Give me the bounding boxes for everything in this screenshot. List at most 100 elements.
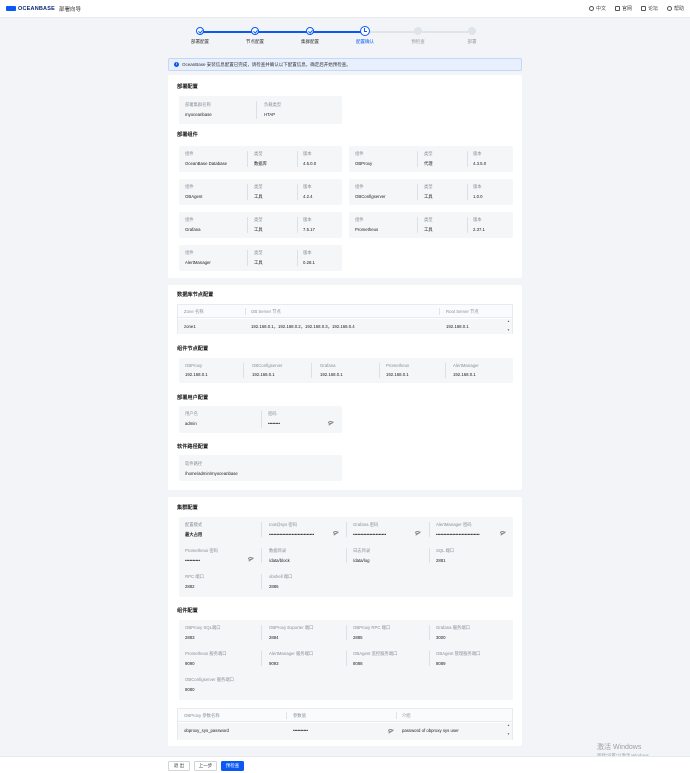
divider xyxy=(297,184,298,200)
section-title-cluster: 集群配置 xyxy=(177,505,198,511)
section-title-deploy: 部署配置 xyxy=(177,84,198,90)
divider xyxy=(445,363,446,378)
divider xyxy=(379,363,380,378)
logo-text: OCEANBASE xyxy=(18,5,55,12)
zone-name: zone1 xyxy=(184,324,196,329)
divider xyxy=(261,651,262,666)
exit-button[interactable]: 退 出 xyxy=(168,761,190,771)
clock-icon xyxy=(360,26,370,36)
check-icon xyxy=(196,27,204,35)
divider xyxy=(297,151,298,167)
root-sys-password-field: root@sys 密码 •••••••••••••••••••••••••••••… xyxy=(269,522,315,537)
info-icon: i xyxy=(174,62,179,67)
globe-icon xyxy=(588,6,594,11)
eye-off-icon[interactable] xyxy=(500,531,505,534)
divider xyxy=(439,308,440,315)
divider xyxy=(429,522,430,537)
obagent-manager-port: OBAgent 管理服务端口 8089 xyxy=(436,651,481,666)
obproxy-exporter-port: OBProxy Exporter 端口 2884 xyxy=(269,625,314,640)
section-title-deploy-user: 部署用户配置 xyxy=(177,395,209,401)
node-config-card: 数据库节点配置 Zone 名称 OB Server 节点 Root Server… xyxy=(168,285,522,490)
step-cluster-config: 集群配置 xyxy=(287,26,333,45)
scroll-up-icon[interactable]: ▲ xyxy=(507,723,510,727)
obproxy-sql-port: OBProxy SQL端口 2883 xyxy=(185,625,221,640)
divider xyxy=(261,411,262,428)
scroll-down-icon[interactable]: ▼ xyxy=(507,328,510,332)
component-config-box: OBProxy SQL端口 2883 OBProxy Exporter 端口 288… xyxy=(179,620,513,700)
eye-off-icon[interactable] xyxy=(415,531,420,534)
divider xyxy=(417,217,418,233)
deploy-info-box: 部署集群名称 myoceanbase 负载类型 HTAP xyxy=(179,96,342,124)
scroll-down-icon[interactable]: ▼ xyxy=(507,732,510,736)
prometheus-password-field: Prometheus 密码 •••••••••• xyxy=(185,548,218,563)
username-field: 用户名 admin xyxy=(185,411,198,426)
help-icon xyxy=(666,6,672,11)
grafana-service-port: Grafana 服务端口 3000 xyxy=(436,625,470,640)
divider xyxy=(346,625,347,640)
table-header xyxy=(178,709,512,722)
password-field: 密码 •••••••• xyxy=(268,411,281,426)
scroll-up-icon[interactable]: ▲ xyxy=(507,319,510,323)
divider xyxy=(247,217,248,233)
wizard-steps: 部署配置 节点配置 集群配置 配置确认 预检查 部署 xyxy=(190,26,490,50)
divider xyxy=(261,574,262,589)
divider xyxy=(243,363,244,378)
ob-servers: 192.168.0.1，192.168.0.2，192.168.0.3，192.… xyxy=(251,324,355,329)
nav-help[interactable]: 帮助 xyxy=(666,5,684,12)
check-icon xyxy=(251,27,259,35)
step-deploy-config: 部署配置 xyxy=(177,26,223,45)
grafana-password-field: Grafana 密码 •••••••••••••••••••••• xyxy=(353,522,387,537)
alertmanager-service-port: AlertManager 服务端口 9093 xyxy=(269,651,314,666)
deploy-user-box: 用户名 admin 密码 •••••••• xyxy=(179,406,342,433)
step-precheck: 预检查 xyxy=(395,26,441,45)
node-obconfigserver: OBConfigserver 192.168.0.1 xyxy=(252,363,283,377)
divider xyxy=(346,548,347,563)
eye-off-icon[interactable] xyxy=(333,531,338,534)
config-mode-field: 配置模式 最大占用 xyxy=(185,522,203,537)
nav-forum[interactable]: 论坛 xyxy=(640,5,658,12)
obproxy-params-table: OBProxy 参数名称 参数值 介绍 obproxy_sys_password… xyxy=(177,708,513,740)
deploy-config-card: 部署配置 部署集群名称 myoceanbase 负载类型 HTAP 部署组件 组件 O… xyxy=(168,75,522,278)
step-confirm: 配置确认 xyxy=(342,26,388,45)
pending-dot-icon xyxy=(468,27,476,35)
component-box-prometheus: 组件 Prometheus 类型 工具 版本 2.37.1 xyxy=(349,212,513,238)
footer-bar: 退 出 上一步 预检查 xyxy=(0,756,690,773)
cluster-config-box: 配置模式 最大占用 root@sys 密码 ••••••••••••••••••••… xyxy=(179,517,513,597)
cluster-config-card: 集群配置 配置模式 最大占用 root@sys 密码 •••••••••••••••… xyxy=(168,497,522,746)
param-value: •••••••••• xyxy=(293,728,309,733)
divider xyxy=(417,184,418,200)
component-box-obproxy: 组件 OBProxy 类型 代理 版本 4.3.5.0 xyxy=(349,146,513,172)
data-dir-field: 数据目录/data/block xyxy=(269,548,290,563)
sql-port-field: SQL 端口 2881 xyxy=(436,548,455,563)
cluster-name-field: 部署集群名称 myoceanbase xyxy=(185,102,212,117)
divider xyxy=(429,651,430,666)
divider xyxy=(346,651,347,666)
eye-off-icon[interactable] xyxy=(328,421,333,424)
nav-website[interactable]: 官网 xyxy=(614,5,632,12)
db-nodes-table: Zone 名称 OB Server 节点 Root Server 节点 zone… xyxy=(177,304,513,334)
alertmanager-password-field: AlertManager 密码 •••••••••••••••••••••••••… xyxy=(436,522,480,537)
eye-off-icon[interactable] xyxy=(388,729,393,732)
software-path-box: 软件路径/home/admin/myoceanbase xyxy=(179,455,342,481)
divider xyxy=(311,363,312,378)
app-name: 部署向导 xyxy=(58,6,81,13)
prev-button[interactable]: 上一步 xyxy=(194,761,217,771)
watermark-line1: 激活 Windows xyxy=(597,744,642,751)
column-header: Root Server 节点 xyxy=(446,309,479,314)
load-type-field: 负载类型 HTAP xyxy=(264,102,282,117)
divider xyxy=(297,250,298,266)
root-server: 192.168.0.1 xyxy=(446,324,469,329)
component-box-oceanbase: 组件 OceanBase Database 类型 数据库 版本 4.5.0.0 xyxy=(179,146,342,172)
divider xyxy=(429,548,430,563)
obconfigserver-service-port: OBConfigserver 服务端口 8080 xyxy=(185,677,234,692)
component-box-obconfigserver: 组件 OBConfigserver 类型 工具 版本 1.0.0 xyxy=(349,179,513,205)
node-alertmanager: AlertManager 192.168.0.1 xyxy=(453,363,479,377)
divider xyxy=(467,217,468,233)
info-alert: i OceanBase 安装信息配置已完成，请检查并确认以下配置信息，确定后开始… xyxy=(168,58,522,71)
precheck-button[interactable]: 预检查 xyxy=(221,761,244,771)
eye-off-icon[interactable] xyxy=(248,557,253,560)
rpc-port-field: RPC 端口 2882 xyxy=(185,574,204,589)
divider xyxy=(429,625,430,640)
nav-language[interactable]: 中文 xyxy=(588,5,606,12)
column-header: Zone 名称 xyxy=(184,309,204,314)
